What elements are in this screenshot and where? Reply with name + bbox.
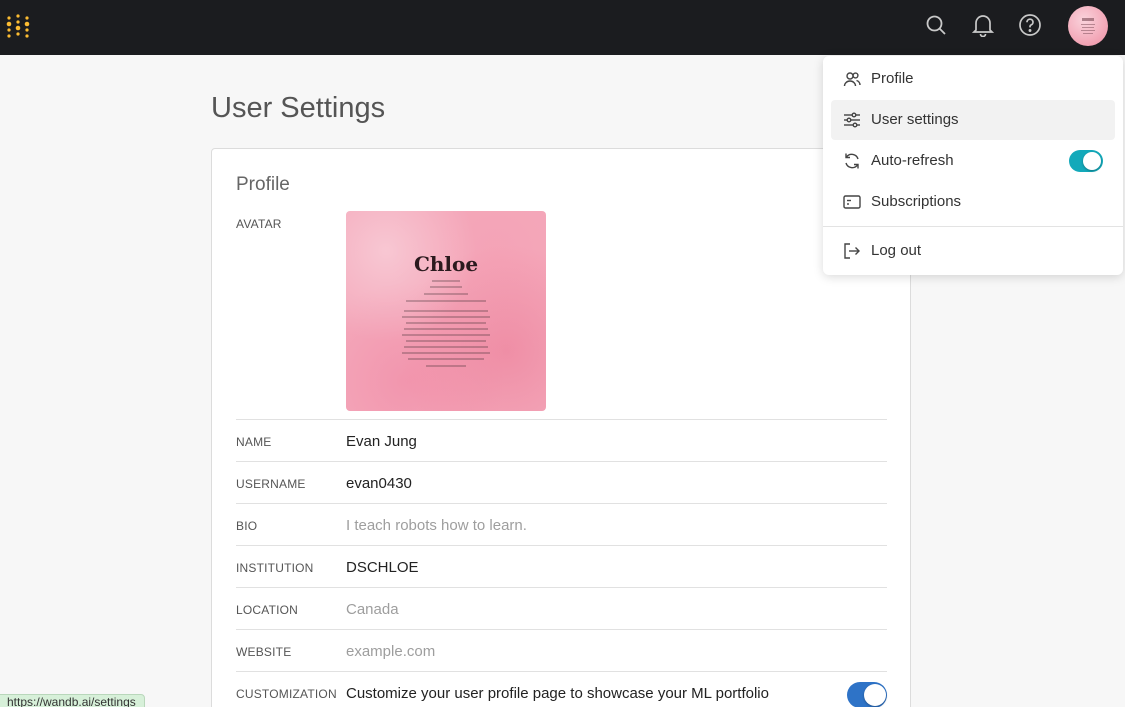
wandb-logo-icon[interactable] bbox=[4, 12, 34, 42]
divider bbox=[236, 629, 887, 630]
logout-icon bbox=[843, 242, 861, 260]
bell-icon[interactable] bbox=[971, 12, 995, 38]
menu-item-profile[interactable]: Profile bbox=[831, 59, 1115, 99]
sliders-icon bbox=[843, 111, 861, 129]
divider bbox=[236, 461, 887, 462]
name-field[interactable]: Evan Jung bbox=[346, 433, 417, 450]
status-bar-url: https://wandb.ai/settings bbox=[0, 694, 145, 707]
user-dropdown-menu: Profile User settings Auto-refresh Subsc… bbox=[823, 56, 1123, 275]
refresh-icon bbox=[843, 152, 861, 170]
bio-field[interactable]: I teach robots how to learn. bbox=[346, 517, 527, 534]
customization-description: Customize your user profile page to show… bbox=[346, 685, 769, 702]
avatar-image-name: Chloe bbox=[414, 252, 478, 276]
page-title: User Settings bbox=[211, 92, 386, 124]
toggle-knob bbox=[864, 684, 886, 706]
users-icon bbox=[843, 70, 861, 88]
divider bbox=[236, 419, 887, 420]
search-icon[interactable] bbox=[924, 12, 948, 38]
auto-refresh-toggle[interactable] bbox=[1069, 150, 1103, 172]
institution-field[interactable]: DSCHLOE bbox=[346, 559, 419, 576]
location-label: LOCATION bbox=[236, 603, 299, 617]
website-label: WEBSITE bbox=[236, 645, 292, 659]
menu-item-auto-refresh[interactable]: Auto-refresh bbox=[831, 141, 1115, 181]
help-icon[interactable] bbox=[1018, 12, 1042, 38]
institution-label: INSTITUTION bbox=[236, 561, 314, 575]
menu-item-label: Auto-refresh bbox=[871, 152, 954, 169]
customization-label: CUSTOMIZATION bbox=[236, 687, 337, 701]
menu-item-subscriptions[interactable]: Subscriptions bbox=[831, 182, 1115, 222]
menu-item-label: Profile bbox=[871, 70, 914, 87]
menu-item-log-out[interactable]: Log out bbox=[831, 231, 1115, 271]
avatar-image[interactable]: Chloe bbox=[346, 211, 546, 411]
avatar-label: AVATAR bbox=[236, 217, 282, 231]
username-label: USERNAME bbox=[236, 477, 306, 491]
menu-separator bbox=[823, 226, 1123, 227]
menu-item-label: User settings bbox=[871, 111, 959, 128]
menu-item-label: Log out bbox=[871, 242, 922, 259]
profile-section-title: Profile bbox=[236, 174, 290, 195]
customization-toggle[interactable] bbox=[847, 682, 887, 707]
card-icon bbox=[843, 193, 861, 211]
menu-item-label: Subscriptions bbox=[871, 193, 962, 210]
name-label: NAME bbox=[236, 435, 272, 449]
profile-card: Profile AVATAR Chloe NAME Evan Jung USER… bbox=[211, 148, 911, 707]
website-field[interactable]: example.com bbox=[346, 643, 435, 660]
location-field[interactable]: Canada bbox=[346, 601, 399, 618]
top-navigation-bar bbox=[0, 0, 1125, 55]
menu-item-user-settings[interactable]: User settings bbox=[831, 100, 1115, 140]
username-field[interactable]: evan0430 bbox=[346, 475, 412, 492]
divider bbox=[236, 545, 887, 546]
divider bbox=[236, 587, 887, 588]
avatar-thumbnail-icon bbox=[1081, 18, 1095, 34]
toggle-knob bbox=[1083, 152, 1101, 170]
user-avatar-button[interactable] bbox=[1068, 6, 1108, 46]
bio-label: BIO bbox=[236, 519, 258, 533]
divider bbox=[236, 503, 887, 504]
divider bbox=[236, 671, 887, 672]
